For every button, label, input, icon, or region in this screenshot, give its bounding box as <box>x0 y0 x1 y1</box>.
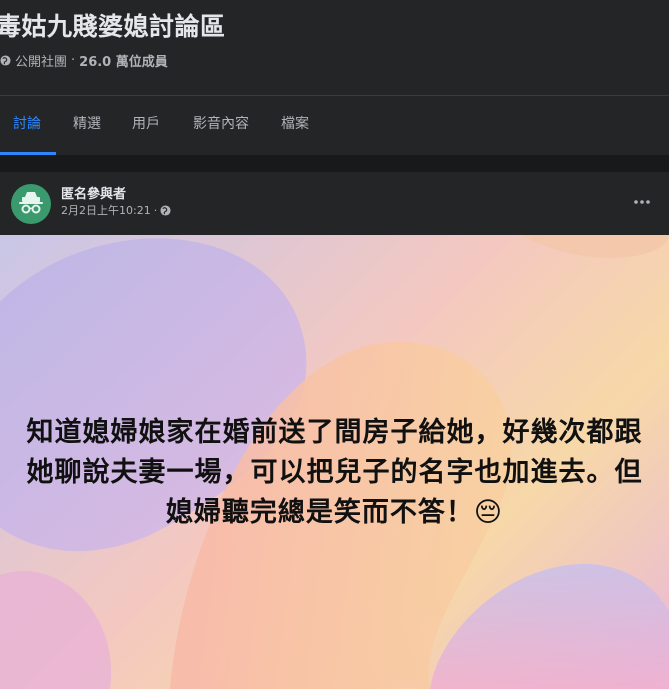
tab-discussion[interactable]: 討論 <box>13 96 41 155</box>
post-timestamp[interactable]: 2月2日上午10:21 <box>61 202 151 218</box>
more-horizontal-icon <box>634 200 650 204</box>
post-meta: 2月2日上午10:21 · <box>61 202 171 218</box>
anonymous-incognito-icon <box>19 192 43 214</box>
meta-separator: · <box>153 203 158 217</box>
post-card: 匿名參與者 2月2日上午10:21 · 知道媳婦娘家在婚前送了間房子給她，好幾次… <box>0 172 669 689</box>
globe-icon <box>0 55 11 66</box>
tab-files[interactable]: 檔案 <box>281 96 309 155</box>
privacy-label: 公開社團 <box>15 55 68 70</box>
group-tabs: 討論 精選 用戶 影音內容 檔案 <box>0 96 669 155</box>
group-title[interactable]: 毒姑九賤婆媳討論區 <box>0 10 226 44</box>
feed-gap <box>0 155 669 172</box>
meta-separator: · <box>71 53 76 68</box>
tab-media[interactable]: 影音內容 <box>193 96 249 155</box>
post-text: 知道媳婦娘家在婚前送了間房子給她，好幾次都跟她聊說夫妻一場，可以把兒子的名字也加… <box>26 417 643 528</box>
globe-icon <box>160 204 171 216</box>
more-options-button[interactable] <box>626 190 658 214</box>
avatar[interactable] <box>11 184 51 224</box>
post-author[interactable]: 匿名參與者 <box>61 183 126 202</box>
tab-members[interactable]: 用戶 <box>132 96 160 155</box>
member-count[interactable]: 26.0 萬位成員 <box>79 51 168 70</box>
group-meta: 公開社團 · 26.0 萬位成員 <box>0 51 168 70</box>
group-header: 毒姑九賤婆媳討論區 公開社團 · 26.0 萬位成員 <box>0 0 669 95</box>
post-image[interactable]: 知道媳婦娘家在婚前送了間房子給她，好幾次都跟她聊說夫妻一場，可以把兒子的名字也加… <box>0 235 669 689</box>
tab-featured[interactable]: 精選 <box>73 96 101 155</box>
